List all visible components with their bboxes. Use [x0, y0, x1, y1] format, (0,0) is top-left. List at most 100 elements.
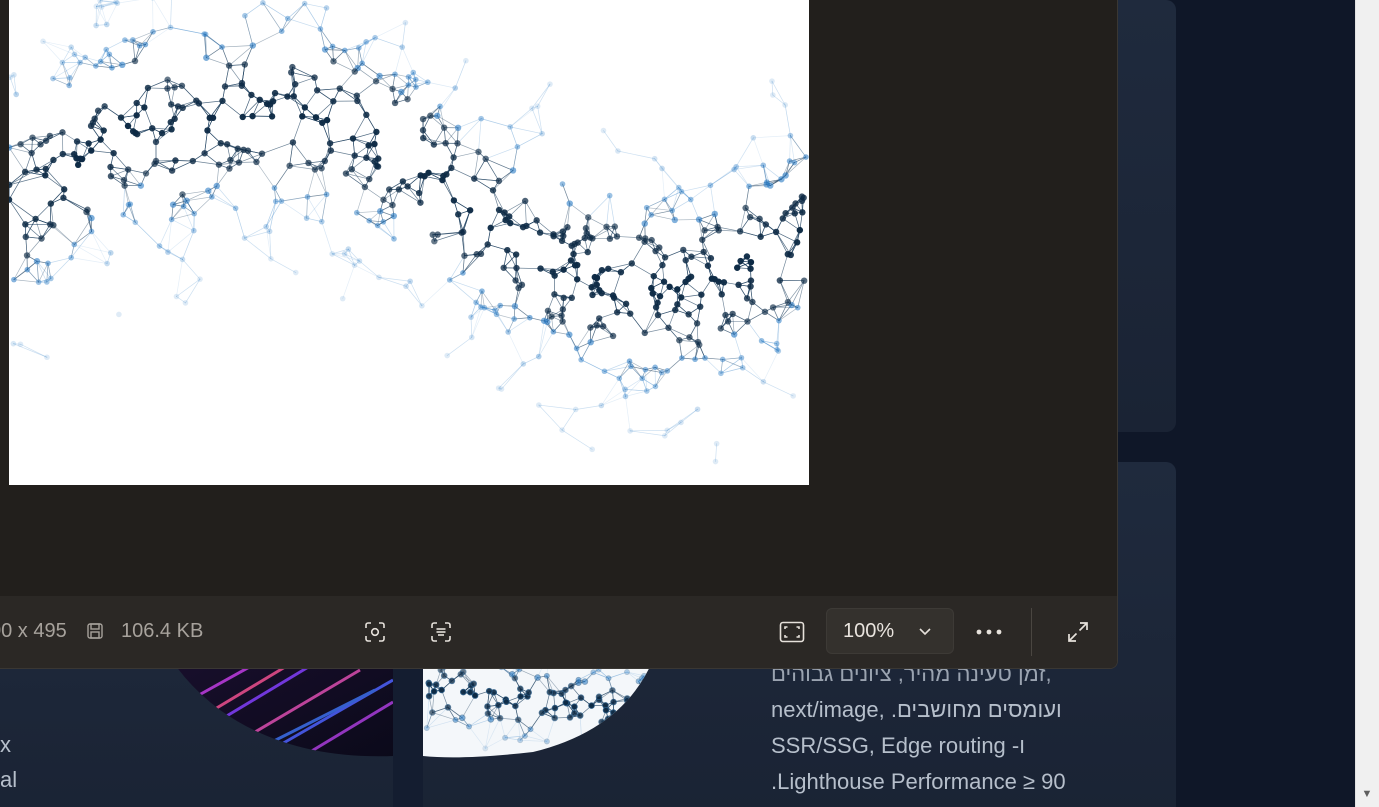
network-node [551, 291, 558, 298]
network-node [790, 393, 796, 399]
network-node [404, 183, 411, 190]
network-node [215, 161, 223, 168]
network-edge [629, 313, 646, 334]
network-node [125, 201, 132, 208]
fit-to-window-icon [779, 621, 805, 643]
network-edge [134, 221, 160, 247]
scroll-down-arrow-icon[interactable]: ▼ [1360, 787, 1374, 801]
network-node [487, 224, 494, 232]
network-node [512, 251, 520, 258]
network-edge [122, 185, 126, 216]
network-node [674, 301, 681, 308]
network-node [512, 702, 519, 710]
network-node [461, 252, 468, 259]
network-edge [601, 721, 611, 735]
network-node [73, 138, 81, 145]
network-edge [605, 731, 611, 735]
network-node [676, 337, 683, 344]
network-edge [171, 219, 195, 232]
network-node [782, 209, 789, 217]
network-node [468, 334, 475, 341]
page-scrollbar[interactable] [1355, 0, 1379, 807]
network-edge [644, 692, 646, 707]
network-edge [307, 169, 316, 198]
network-edge [244, 237, 272, 260]
network-node [578, 356, 584, 363]
network-node [88, 228, 95, 235]
network-node [179, 256, 186, 263]
network-node [479, 288, 485, 294]
network-node [289, 63, 296, 71]
network-node [248, 91, 255, 99]
image-canvas[interactable] [0, 0, 1117, 596]
network-node [520, 361, 527, 367]
network-node [496, 714, 504, 722]
network-node [165, 249, 171, 255]
network-node [798, 197, 806, 205]
network-node [471, 175, 478, 182]
network-node [641, 329, 648, 337]
more-options-button[interactable] [971, 614, 1007, 650]
network-node [742, 204, 749, 212]
zoom-dropdown[interactable]: 100% [826, 608, 954, 654]
network-node [172, 157, 179, 164]
network-edge [478, 118, 482, 153]
network-edge [627, 700, 646, 707]
network-edge [631, 726, 641, 758]
network-edge [182, 259, 201, 280]
network-node [789, 204, 796, 211]
network-node [688, 253, 695, 260]
network-node [395, 186, 403, 193]
network-edge [480, 118, 511, 128]
network-node [292, 269, 299, 276]
network-node [11, 276, 17, 283]
network-node [446, 277, 453, 283]
network-edge [132, 31, 154, 41]
network-edge [9, 199, 26, 225]
network-node [180, 203, 187, 210]
network-node [33, 166, 40, 173]
network-edge [631, 241, 645, 264]
network-node [419, 115, 427, 123]
network-node [662, 432, 668, 439]
network-node [450, 197, 458, 204]
network-node [106, 51, 113, 58]
network-node [458, 229, 465, 236]
network-node [93, 22, 99, 29]
network-node [660, 278, 668, 285]
network-edge [644, 676, 648, 693]
network-node [374, 163, 382, 170]
network-edge [342, 264, 355, 299]
network-edge [357, 67, 377, 82]
network-node [622, 393, 629, 400]
network-node [289, 139, 297, 146]
network-node [104, 260, 110, 267]
network-node [341, 47, 348, 54]
network-node [351, 68, 358, 75]
network-node [454, 124, 462, 132]
fullscreen-button[interactable] [1060, 614, 1096, 650]
network-node [712, 458, 719, 465]
network-node [566, 200, 573, 207]
network-node [624, 669, 630, 675]
visual-search-button[interactable] [357, 614, 393, 650]
network-node [440, 124, 448, 131]
network-edge [261, 142, 294, 155]
fit-to-window-button[interactable] [774, 614, 810, 650]
network-node [678, 419, 684, 426]
network-edge [378, 276, 411, 282]
network-node [548, 313, 555, 320]
network-node [59, 129, 66, 136]
network-edge [304, 3, 327, 9]
network-edge [356, 210, 381, 214]
network-node [9, 144, 13, 151]
network-edge [361, 62, 380, 77]
extract-text-button[interactable] [423, 614, 459, 650]
network-node [376, 274, 382, 281]
network-edge [262, 2, 289, 19]
network-node [484, 703, 491, 710]
network-node [478, 304, 484, 310]
network-edge [427, 81, 456, 89]
network-node [278, 198, 285, 204]
network-node [366, 175, 373, 183]
